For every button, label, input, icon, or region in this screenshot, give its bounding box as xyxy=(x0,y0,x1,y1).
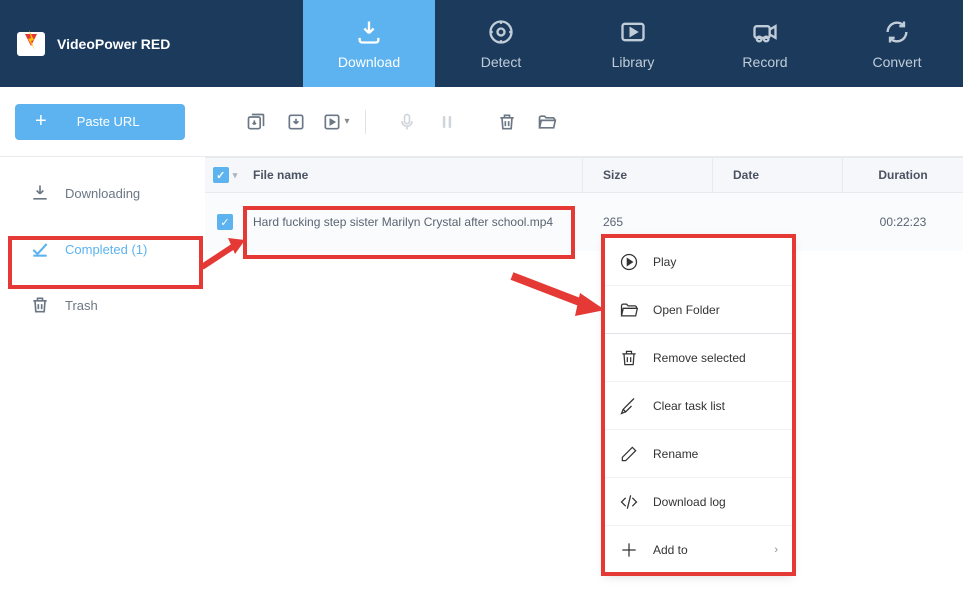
chevron-right-icon: › xyxy=(774,544,778,556)
trash-icon xyxy=(619,348,639,368)
ctx-play[interactable]: Play xyxy=(605,238,792,286)
download-icon xyxy=(355,18,383,46)
caret-down-icon: ▾ xyxy=(344,116,349,127)
nav-tab-detect[interactable]: Detect xyxy=(435,0,567,87)
ctx-clear-task-list[interactable]: Clear task list xyxy=(605,382,792,430)
checkbox-checked-icon: ✓ xyxy=(217,214,233,230)
mic-icon xyxy=(397,112,417,132)
nav-tab-record[interactable]: Record xyxy=(699,0,831,87)
sidebar-item-downloading[interactable]: Downloading xyxy=(0,165,205,221)
select-all-cell[interactable]: ✓ ▾ xyxy=(205,167,245,183)
body: Downloading Completed (1) Trash ✓ ▾ File… xyxy=(0,157,963,601)
stack-down-icon xyxy=(246,112,266,132)
context-menu: Play Open Folder Remove selected Clear t… xyxy=(605,238,792,574)
main-panel: ✓ ▾ File name Size Date Duration ✓ Hard … xyxy=(205,157,963,601)
nav-tabs: Download Detect Library Record Convert xyxy=(303,0,963,87)
plus-icon: + xyxy=(35,110,47,133)
box-down-icon xyxy=(286,112,306,132)
logo-area: VideoPower RED xyxy=(0,0,303,87)
folder-open-icon xyxy=(537,112,557,132)
app-header: VideoPower RED Download Detect Library R… xyxy=(0,0,963,87)
caret-down-icon: ▾ xyxy=(233,170,238,181)
broom-icon xyxy=(619,396,639,416)
library-icon xyxy=(619,18,647,46)
table-row[interactable]: ✓ Hard fucking step sister Marilyn Cryst… xyxy=(205,193,963,251)
ctx-rename[interactable]: Rename xyxy=(605,430,792,478)
folder-open-icon xyxy=(619,300,639,320)
ctx-open-folder[interactable]: Open Folder xyxy=(605,286,792,334)
ctx-add-to[interactable]: Add to › xyxy=(605,526,792,574)
pause-icon xyxy=(437,112,457,132)
play-icon xyxy=(619,252,639,272)
single-download-button[interactable] xyxy=(282,108,310,136)
nav-tab-library[interactable]: Library xyxy=(567,0,699,87)
paste-url-button[interactable]: + Paste URL xyxy=(15,104,185,140)
header-date[interactable]: Date xyxy=(713,158,843,192)
trash-icon xyxy=(497,112,517,132)
ctx-download-log[interactable]: Download log xyxy=(605,478,792,526)
sidebar: Downloading Completed (1) Trash xyxy=(0,157,205,601)
plus-icon xyxy=(619,540,639,560)
delete-button[interactable] xyxy=(493,108,521,136)
video-settings-icon xyxy=(322,112,342,132)
sidebar-item-trash[interactable]: Trash xyxy=(0,277,205,333)
batch-download-button[interactable] xyxy=(242,108,270,136)
mic-button[interactable] xyxy=(393,108,421,136)
row-checkbox-cell[interactable]: ✓ xyxy=(205,214,245,230)
downloading-icon xyxy=(30,183,50,203)
open-folder-button[interactable] xyxy=(533,108,561,136)
toolbar: + Paste URL ▾ xyxy=(0,87,963,157)
pencil-icon xyxy=(619,444,639,464)
header-filename[interactable]: File name xyxy=(245,158,583,192)
code-icon xyxy=(619,492,639,512)
app-logo-icon xyxy=(15,28,47,60)
row-filename: Hard fucking step sister Marilyn Crystal… xyxy=(245,193,583,251)
table-header: ✓ ▾ File name Size Date Duration xyxy=(205,157,963,193)
nav-tab-download[interactable]: Download xyxy=(303,0,435,87)
pause-button[interactable] xyxy=(433,108,461,136)
header-size[interactable]: Size xyxy=(583,158,713,192)
header-duration[interactable]: Duration xyxy=(843,168,963,182)
row-duration: 00:22:23 xyxy=(843,215,963,229)
separator xyxy=(365,110,366,134)
ctx-remove-selected[interactable]: Remove selected xyxy=(605,334,792,382)
completed-icon xyxy=(30,239,50,259)
nav-tab-convert[interactable]: Convert xyxy=(831,0,963,87)
detect-icon xyxy=(487,18,515,46)
app-title: VideoPower RED xyxy=(57,36,170,52)
sidebar-item-completed[interactable]: Completed (1) xyxy=(0,221,205,277)
trash-icon xyxy=(30,295,50,315)
record-icon xyxy=(751,18,779,46)
convert-icon xyxy=(883,18,911,46)
convert-settings-button[interactable]: ▾ xyxy=(322,108,350,136)
checkbox-checked-icon: ✓ xyxy=(213,167,229,183)
